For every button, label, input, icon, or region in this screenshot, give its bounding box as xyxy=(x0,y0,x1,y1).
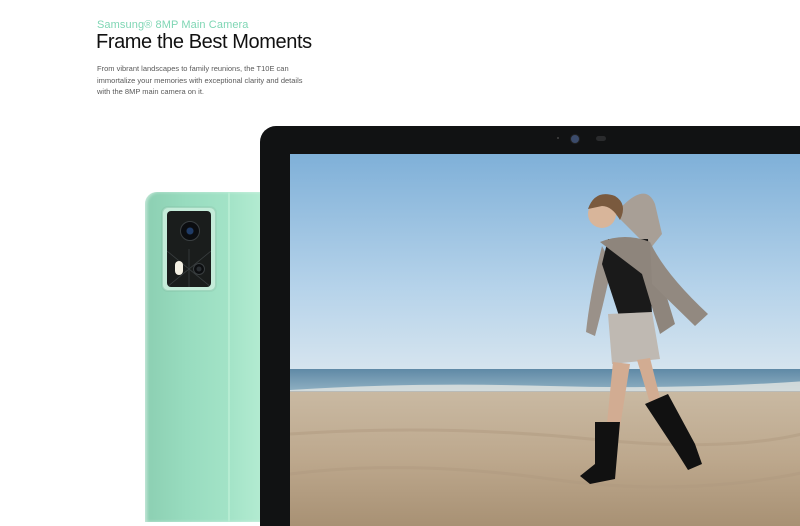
front-camera-icon xyxy=(570,134,580,144)
front-sensor xyxy=(596,136,606,141)
tablet-screen-photo xyxy=(290,154,800,526)
sky xyxy=(290,154,800,379)
rear-camera-module xyxy=(162,207,216,291)
beach-photo xyxy=(290,154,800,526)
front-sensor-dot xyxy=(557,137,559,139)
section-headline: Frame the Best Moments xyxy=(96,31,312,53)
secondary-lens-icon xyxy=(193,263,205,275)
flash-icon xyxy=(175,261,183,275)
sand xyxy=(290,392,800,526)
tablet-back-seam xyxy=(228,192,230,522)
main-camera-lens-icon xyxy=(180,221,200,241)
eyebrow-label: Samsung® 8MP Main Camera xyxy=(97,19,249,31)
section-description: From vibrant landscapes to family reunio… xyxy=(97,64,303,96)
camera-module-glass xyxy=(167,211,211,287)
tablet-front-render xyxy=(260,126,800,526)
